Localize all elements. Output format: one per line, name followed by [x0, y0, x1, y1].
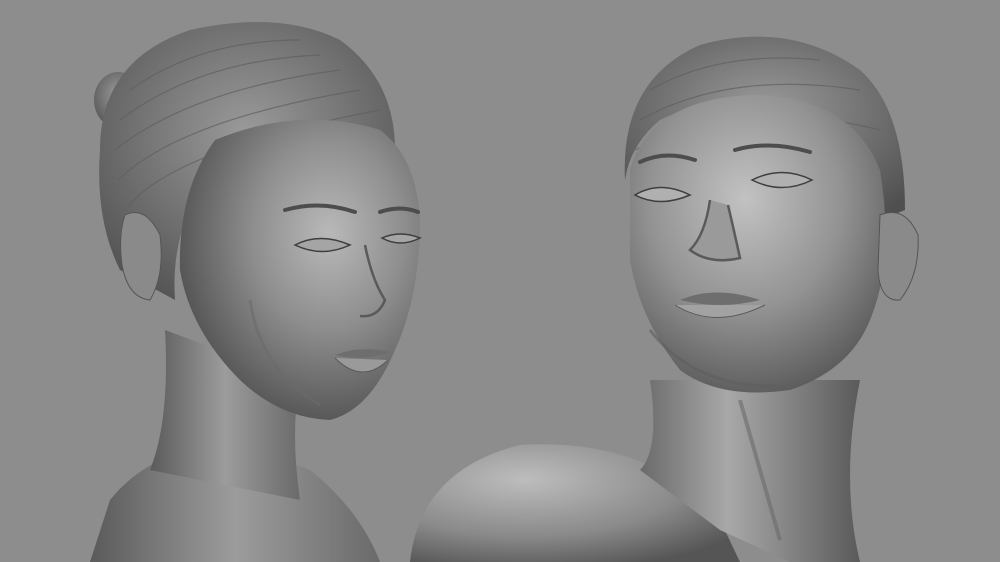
sculpt-render [0, 0, 1000, 562]
render-viewport [0, 0, 1000, 562]
